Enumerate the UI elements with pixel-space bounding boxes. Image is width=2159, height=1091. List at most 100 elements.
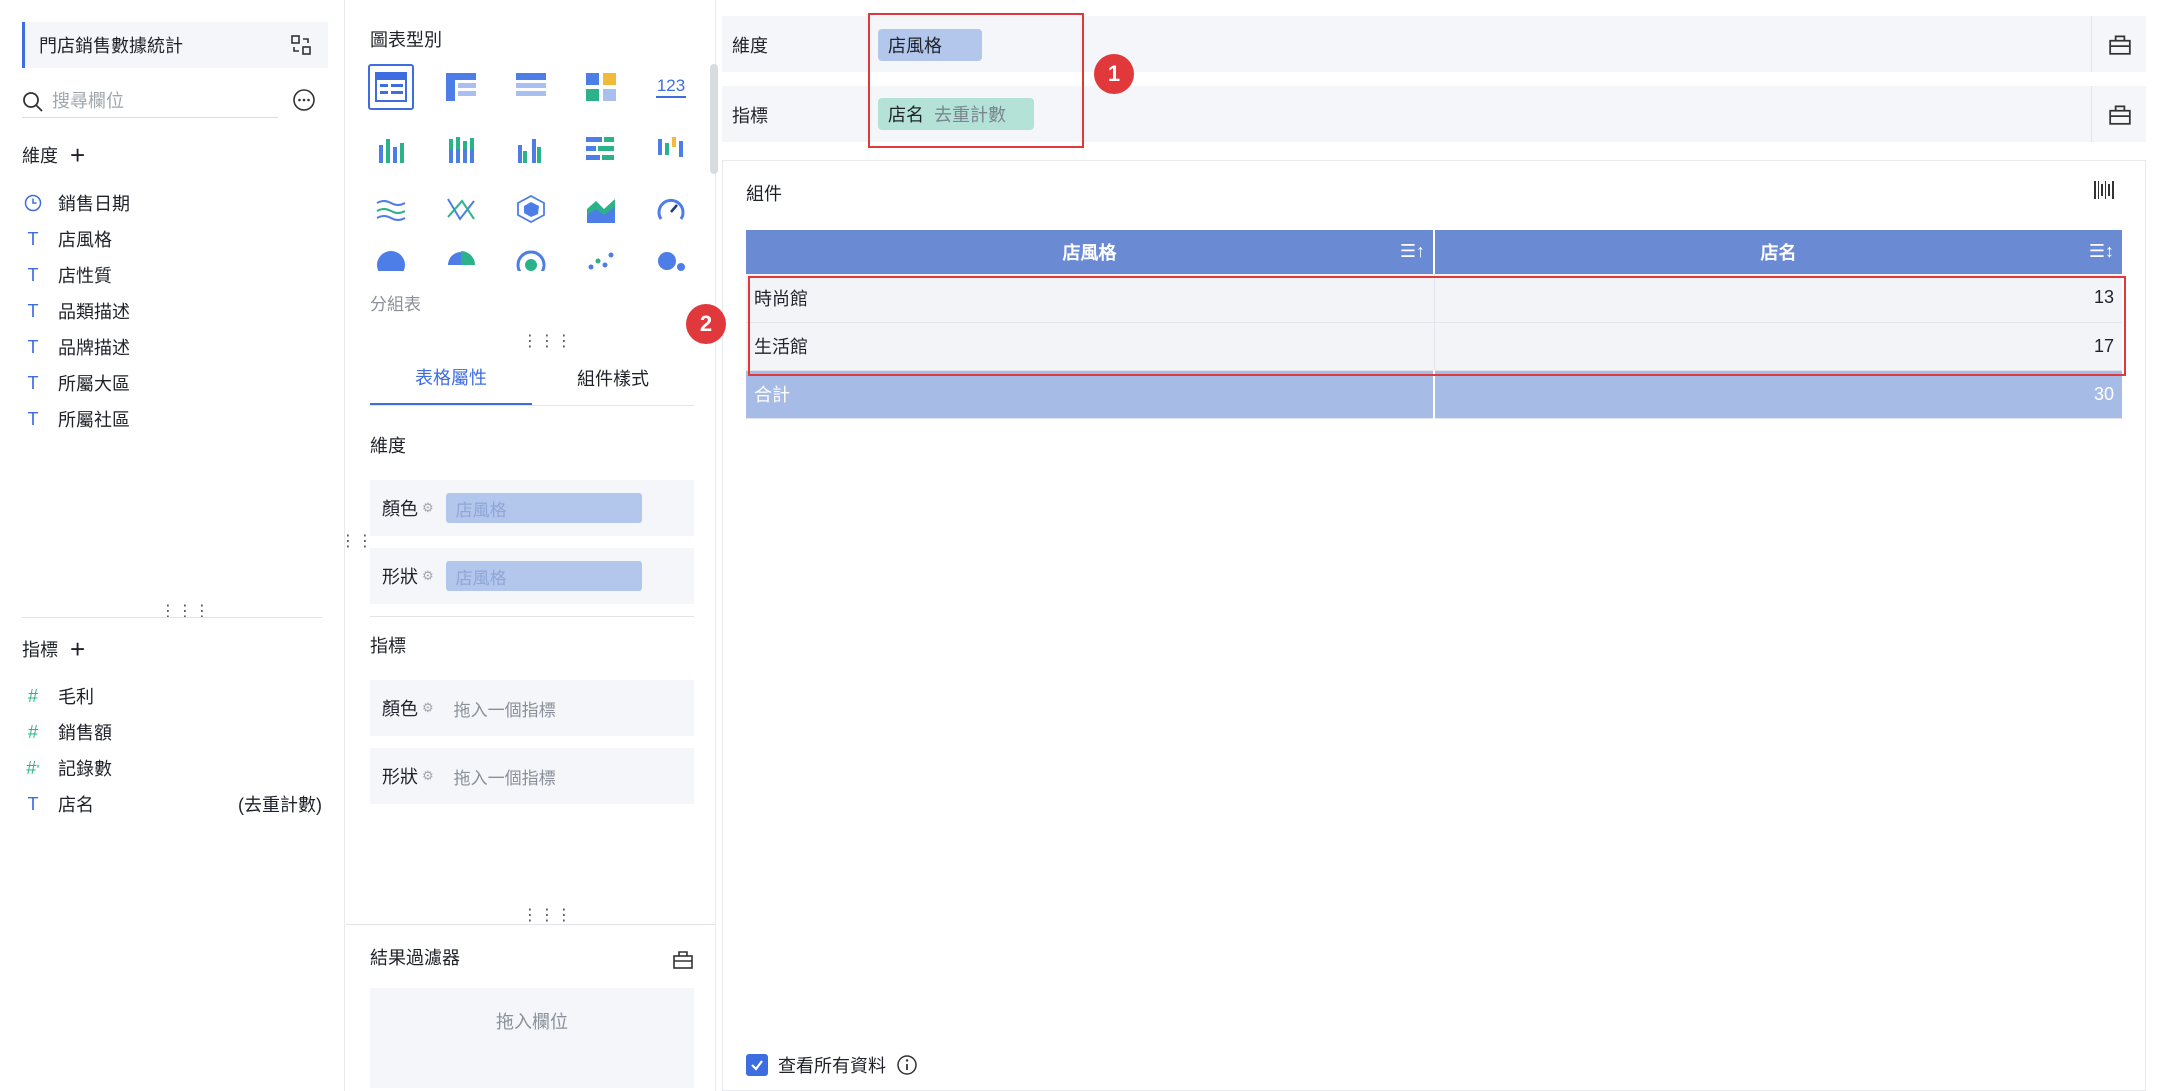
highlight-box-2: [748, 276, 2126, 376]
chart-type-rose[interactable]: [438, 242, 484, 278]
column-header[interactable]: 店名 ☰↕: [1434, 230, 2122, 274]
field-item[interactable]: T 品牌描述: [22, 329, 322, 365]
metric-shape-row[interactable]: 形狀 ⚙ 拖入一個指標: [370, 748, 694, 804]
chart-type-grouped-table[interactable]: [368, 64, 414, 110]
metric-shape-dropzone[interactable]: 拖入一個指標: [454, 764, 556, 789]
gear-icon[interactable]: ⚙: [422, 500, 434, 516]
dimension-shape-pill[interactable]: 店風格: [445, 561, 642, 591]
toolbox-icon[interactable]: [2108, 102, 2132, 126]
switch-dataset-icon[interactable]: [290, 34, 312, 56]
toolbox-icon[interactable]: [2108, 32, 2132, 56]
more-options-icon[interactable]: [292, 88, 316, 112]
chart-type-cross-table[interactable]: [438, 64, 484, 110]
text-type-icon: T: [27, 336, 39, 357]
chart-type-bar[interactable]: [368, 126, 414, 172]
gear-icon[interactable]: ⚙: [422, 768, 434, 784]
chart-type-radar[interactable]: [508, 186, 554, 232]
component-title: 組件: [746, 184, 782, 204]
metric-color-dropzone[interactable]: 拖入一個指標: [454, 696, 556, 721]
chart-type-gauge[interactable]: [648, 186, 694, 232]
chart-type-area[interactable]: [578, 186, 624, 232]
field-item[interactable]: T 所屬大區: [22, 365, 322, 401]
add-dimension-icon[interactable]: +: [70, 142, 85, 168]
chart-type-bubble[interactable]: [648, 242, 694, 278]
field-item[interactable]: T 店名 (去重計數): [22, 786, 323, 822]
shelf-separator: [2091, 16, 2092, 72]
chart-type-sunburst[interactable]: [508, 242, 554, 278]
kpi-icon-glyph: 123: [657, 76, 685, 95]
field-item[interactable]: T 店性質: [22, 257, 322, 293]
tab-table-properties[interactable]: 表格屬性: [370, 350, 532, 406]
view-all-data-toggle[interactable]: 查看所有資料: [746, 1052, 918, 1078]
table-header-row: 店風格 ☰↑ 店名 ☰↕: [746, 230, 2122, 274]
metric-color-row[interactable]: 顏色 ⚙ 拖入一個指標: [370, 680, 694, 736]
hash-icon: #: [27, 685, 38, 706]
gear-icon[interactable]: ⚙: [422, 700, 434, 716]
filter-resize-handle[interactable]: ⋮⋮⋮: [522, 908, 573, 924]
text-type-icon: T: [27, 264, 39, 285]
result-filter-title: 結果過濾器: [370, 948, 460, 968]
dimension-section-label: 維度: [370, 436, 406, 456]
chart-type-title: 圖表型別: [370, 30, 442, 50]
chart-type-kpi[interactable]: 123: [648, 64, 694, 110]
chart-type-scrollbar[interactable]: [710, 64, 718, 174]
tab-divider: [370, 405, 694, 406]
sort-icon[interactable]: ☰↕: [2089, 241, 2114, 262]
view-all-checkbox[interactable]: [746, 1054, 768, 1076]
dimension-field-list: 銷售日期 T 店風格 T 店性質 T 品類描述 T 品牌描述 T 所屬大區 T 所屬社區: [22, 185, 322, 437]
field-item[interactable]: # 毛利: [22, 678, 322, 714]
hash-icon: #: [27, 721, 38, 742]
section-resize-handle[interactable]: ⋮⋮⋮: [522, 334, 573, 350]
total-label: 合計: [746, 370, 1435, 419]
text-type-icon: T: [27, 793, 39, 814]
chart-type-scatter[interactable]: [578, 242, 624, 278]
chart-type-horizontal-bar[interactable]: [578, 126, 624, 172]
dimension-shape-row[interactable]: 形狀 ⚙ 店風格: [370, 548, 694, 604]
metric-field-list: # 毛利 # 銷售額 # * 記錄數 T 店名 (去重計數): [22, 678, 322, 822]
chart-type-card[interactable]: [578, 64, 624, 110]
column-header[interactable]: 店風格 ☰↑: [746, 230, 1435, 274]
panel-resize-handle[interactable]: ⋮⋮⋮: [160, 604, 211, 620]
chart-type-pie[interactable]: [368, 242, 414, 278]
field-item[interactable]: # * 記錄數: [22, 750, 322, 786]
divider: [346, 924, 716, 925]
barcode-icon[interactable]: [2092, 178, 2116, 202]
search-icon: [23, 91, 43, 112]
hash-star-icon: # *: [26, 757, 40, 778]
shelf-separator: [2091, 86, 2092, 142]
field-item[interactable]: T 品類描述: [22, 293, 322, 329]
field-item[interactable]: # 銷售額: [22, 714, 322, 750]
field-search[interactable]: [22, 86, 278, 118]
filter-dropzone[interactable]: 拖入欄位: [370, 988, 694, 1088]
chart-type-parallel[interactable]: [438, 186, 484, 232]
chart-type-grouped-bar[interactable]: [508, 126, 554, 172]
dimension-color-row[interactable]: 顏色 ⚙ 店風格: [370, 480, 694, 536]
dimension-color-pill[interactable]: 店風格: [445, 493, 642, 523]
add-metric-icon[interactable]: +: [70, 636, 85, 662]
metric-section-label: 指標: [370, 636, 406, 656]
selected-chart-type-name: 分組表: [370, 295, 421, 314]
chart-type-stacked-bar[interactable]: [438, 126, 484, 172]
tab-component-style[interactable]: 組件樣式: [532, 350, 694, 406]
annotation-badge-2: 2: [686, 304, 726, 344]
highlight-box-1: [868, 13, 1084, 148]
annotation-badge-1: 1: [1094, 54, 1134, 94]
chart-type-waterfall[interactable]: [648, 126, 694, 172]
search-input[interactable]: [52, 91, 272, 112]
gear-icon[interactable]: ⚙: [422, 568, 434, 584]
toolbox-icon[interactable]: [672, 948, 694, 970]
chart-type-detail-table[interactable]: [508, 64, 554, 110]
table-total-row: 合計 30: [746, 370, 2122, 419]
field-item[interactable]: T 店風格: [22, 221, 322, 257]
text-type-icon: T: [27, 228, 39, 249]
clock-icon: [22, 192, 44, 214]
field-item[interactable]: 銷售日期: [22, 185, 322, 221]
info-icon[interactable]: [896, 1054, 918, 1076]
dataset-title[interactable]: 門店銷售數據統計: [22, 22, 328, 68]
text-type-icon: T: [27, 408, 39, 429]
field-item[interactable]: T 所屬社區: [22, 401, 322, 437]
sort-icon[interactable]: ☰↑: [1400, 241, 1425, 262]
divider: [22, 617, 322, 618]
chart-type-line[interactable]: [368, 186, 414, 232]
text-type-icon: T: [27, 300, 39, 321]
